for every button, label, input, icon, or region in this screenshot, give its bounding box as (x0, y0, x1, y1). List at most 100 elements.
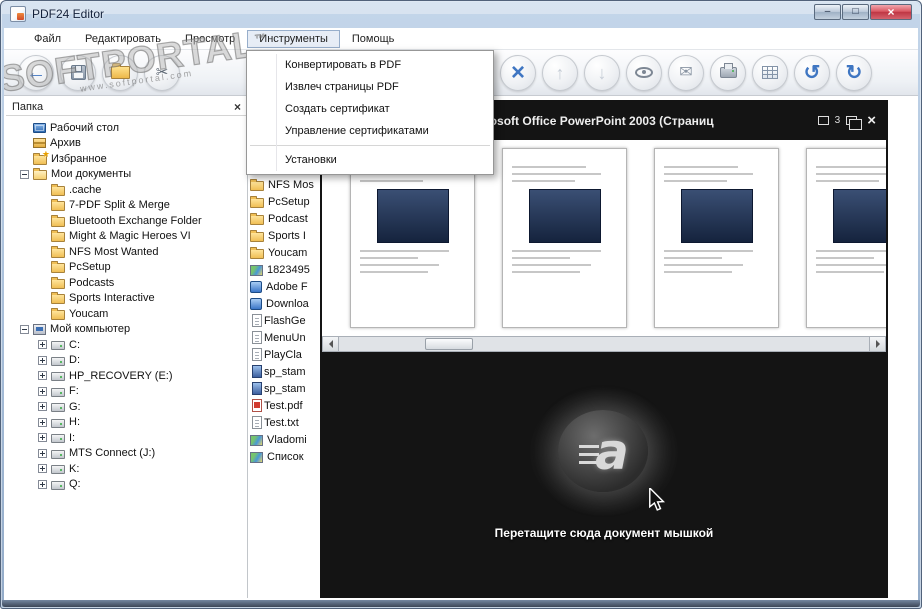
file-item[interactable]: sp_stam (250, 363, 318, 380)
preview-hscrollbar[interactable] (322, 336, 886, 352)
expand-icon[interactable] (38, 340, 47, 350)
email-button[interactable]: ✉ (668, 54, 704, 91)
multi-page-view-icon[interactable] (846, 116, 863, 130)
left-arrow-icon (325, 340, 333, 348)
drop-area[interactable]: a Перетащите сюда документ мышкой (320, 352, 888, 598)
folder-panel: Папка × Рабочий стол Архив Избранное Мои до… (6, 98, 248, 598)
menu-item-edit[interactable]: Редактировать (73, 30, 173, 48)
expand-icon[interactable] (38, 433, 47, 443)
tree-item[interactable]: HP_RECOVERY (E:) (6, 368, 246, 384)
folder-panel-close-button[interactable]: × (234, 101, 241, 113)
page-thumbnail[interactable] (806, 148, 886, 328)
menu-item-tools[interactable]: Инструменты (247, 29, 340, 48)
tree-item[interactable]: Архив (6, 136, 246, 152)
rotate-right-button[interactable]: ↻ (836, 54, 872, 91)
cut-button[interactable]: ✂ (144, 54, 180, 91)
expand-icon[interactable] (38, 386, 47, 396)
file-item-label: PlayCla (264, 348, 302, 361)
file-item[interactable]: PlayCla (250, 346, 318, 363)
tree-item[interactable]: MTS Connect (J:) (6, 446, 246, 462)
menu-item-view[interactable]: Просмотр (173, 30, 247, 48)
tree-item[interactable]: 7-PDF Split & Merge (6, 198, 246, 214)
back-button[interactable]: ← (18, 54, 54, 91)
folder-icon (51, 214, 65, 227)
tools-menu-item[interactable]: Создать сертификат (247, 98, 493, 120)
page-up-button[interactable]: ↑ (542, 54, 578, 91)
file-item[interactable]: Test.txt (250, 414, 318, 431)
expand-icon[interactable] (38, 355, 47, 365)
tools-menu-item-settings[interactable]: Установки (247, 149, 493, 171)
page-thumbnail[interactable] (502, 148, 627, 328)
file-item[interactable]: Adobe F (250, 278, 318, 295)
rotate-left-button[interactable]: ↺ (794, 54, 830, 91)
file-item[interactable]: Podcast (250, 210, 318, 227)
page-overview-button[interactable] (752, 54, 788, 91)
collapse-icon[interactable] (20, 324, 29, 334)
single-page-view-icon[interactable] (817, 116, 829, 125)
tools-menu-item[interactable]: Конвертировать в PDF (247, 54, 493, 76)
folder-icon (250, 229, 264, 242)
tree-item[interactable]: Podcasts (6, 275, 246, 291)
close-document-button[interactable]: × (500, 54, 536, 91)
tree-item[interactable]: F: (6, 384, 246, 400)
expand-icon[interactable] (38, 371, 47, 381)
expand-icon[interactable] (38, 464, 47, 474)
tree-item[interactable]: C: (6, 337, 246, 353)
file-item[interactable]: MenuUn (250, 329, 318, 346)
file-item[interactable]: NFS Mos (250, 176, 318, 193)
tree-item[interactable]: Might & Magic Heroes VI (6, 229, 246, 245)
tree-item[interactable]: Bluetooth Exchange Folder (6, 213, 246, 229)
file-item[interactable]: Sports I (250, 227, 318, 244)
tree-item[interactable]: Избранное (6, 151, 246, 167)
file-item[interactable]: Youcam (250, 244, 318, 261)
tools-menu-item[interactable]: Извлеч страницы PDF (247, 76, 493, 98)
file-item[interactable]: Downloa (250, 295, 318, 312)
file-item[interactable]: Vladomi (250, 431, 318, 448)
tree-item[interactable]: Q: (6, 477, 246, 493)
file-item[interactable]: Test.pdf (250, 397, 318, 414)
folder-icon (51, 199, 65, 212)
expand-icon[interactable] (38, 448, 47, 458)
menu-item-help[interactable]: Помощь (340, 30, 407, 48)
file-item[interactable]: PcSetup (250, 193, 318, 210)
file-item[interactable]: 1823495 (250, 261, 318, 278)
close-button[interactable]: × (870, 4, 912, 20)
collapse-icon[interactable] (20, 169, 29, 179)
title-bar[interactable]: PDF24 Editor – □ × (0, 0, 922, 28)
tree-item[interactable]: NFS Most Wanted (6, 244, 246, 260)
menu-item-file[interactable]: Файл (22, 30, 73, 48)
scroll-right-button[interactable] (869, 337, 885, 351)
tree-item[interactable]: Мой компьютер (6, 322, 246, 338)
maximize-button[interactable]: □ (842, 4, 869, 20)
page-down-button[interactable]: ↓ (584, 54, 620, 91)
tree-item[interactable]: D: (6, 353, 246, 369)
tree-item[interactable]: PcSetup (6, 260, 246, 276)
page-thumbnail[interactable] (654, 148, 779, 328)
expand-icon[interactable] (38, 417, 47, 427)
tree-item[interactable]: G: (6, 399, 246, 415)
tree-item[interactable]: I: (6, 430, 246, 446)
tree-item[interactable]: Sports Interactive (6, 291, 246, 307)
tree-item[interactable]: H: (6, 415, 246, 431)
document-close-button[interactable]: × (867, 113, 876, 128)
preview-button[interactable] (626, 54, 662, 91)
file-item[interactable]: sp_stam (250, 380, 318, 397)
tree-item[interactable]: K: (6, 461, 246, 477)
expand-icon[interactable] (38, 479, 47, 489)
tree-item[interactable]: Youcam (6, 306, 246, 322)
tools-menu-item[interactable]: Управление сертификатами (247, 120, 493, 142)
minimize-button[interactable]: – (814, 4, 841, 20)
print-button[interactable] (710, 54, 746, 91)
scroll-left-button[interactable] (323, 337, 339, 351)
save-button[interactable] (60, 54, 96, 91)
tree-item[interactable]: Рабочий стол (6, 120, 246, 136)
scrollbar-thumb[interactable] (425, 338, 473, 350)
tree-item[interactable]: Мои документы (6, 167, 246, 183)
file-item[interactable]: FlashGe (250, 312, 318, 329)
scrollbar-track[interactable] (339, 337, 869, 351)
file-item[interactable]: Список (250, 448, 318, 465)
expand-icon[interactable] (38, 402, 47, 412)
open-folder-button[interactable] (102, 54, 138, 91)
tree-item[interactable]: .cache (6, 182, 246, 198)
page-thumbnail[interactable] (350, 148, 475, 328)
